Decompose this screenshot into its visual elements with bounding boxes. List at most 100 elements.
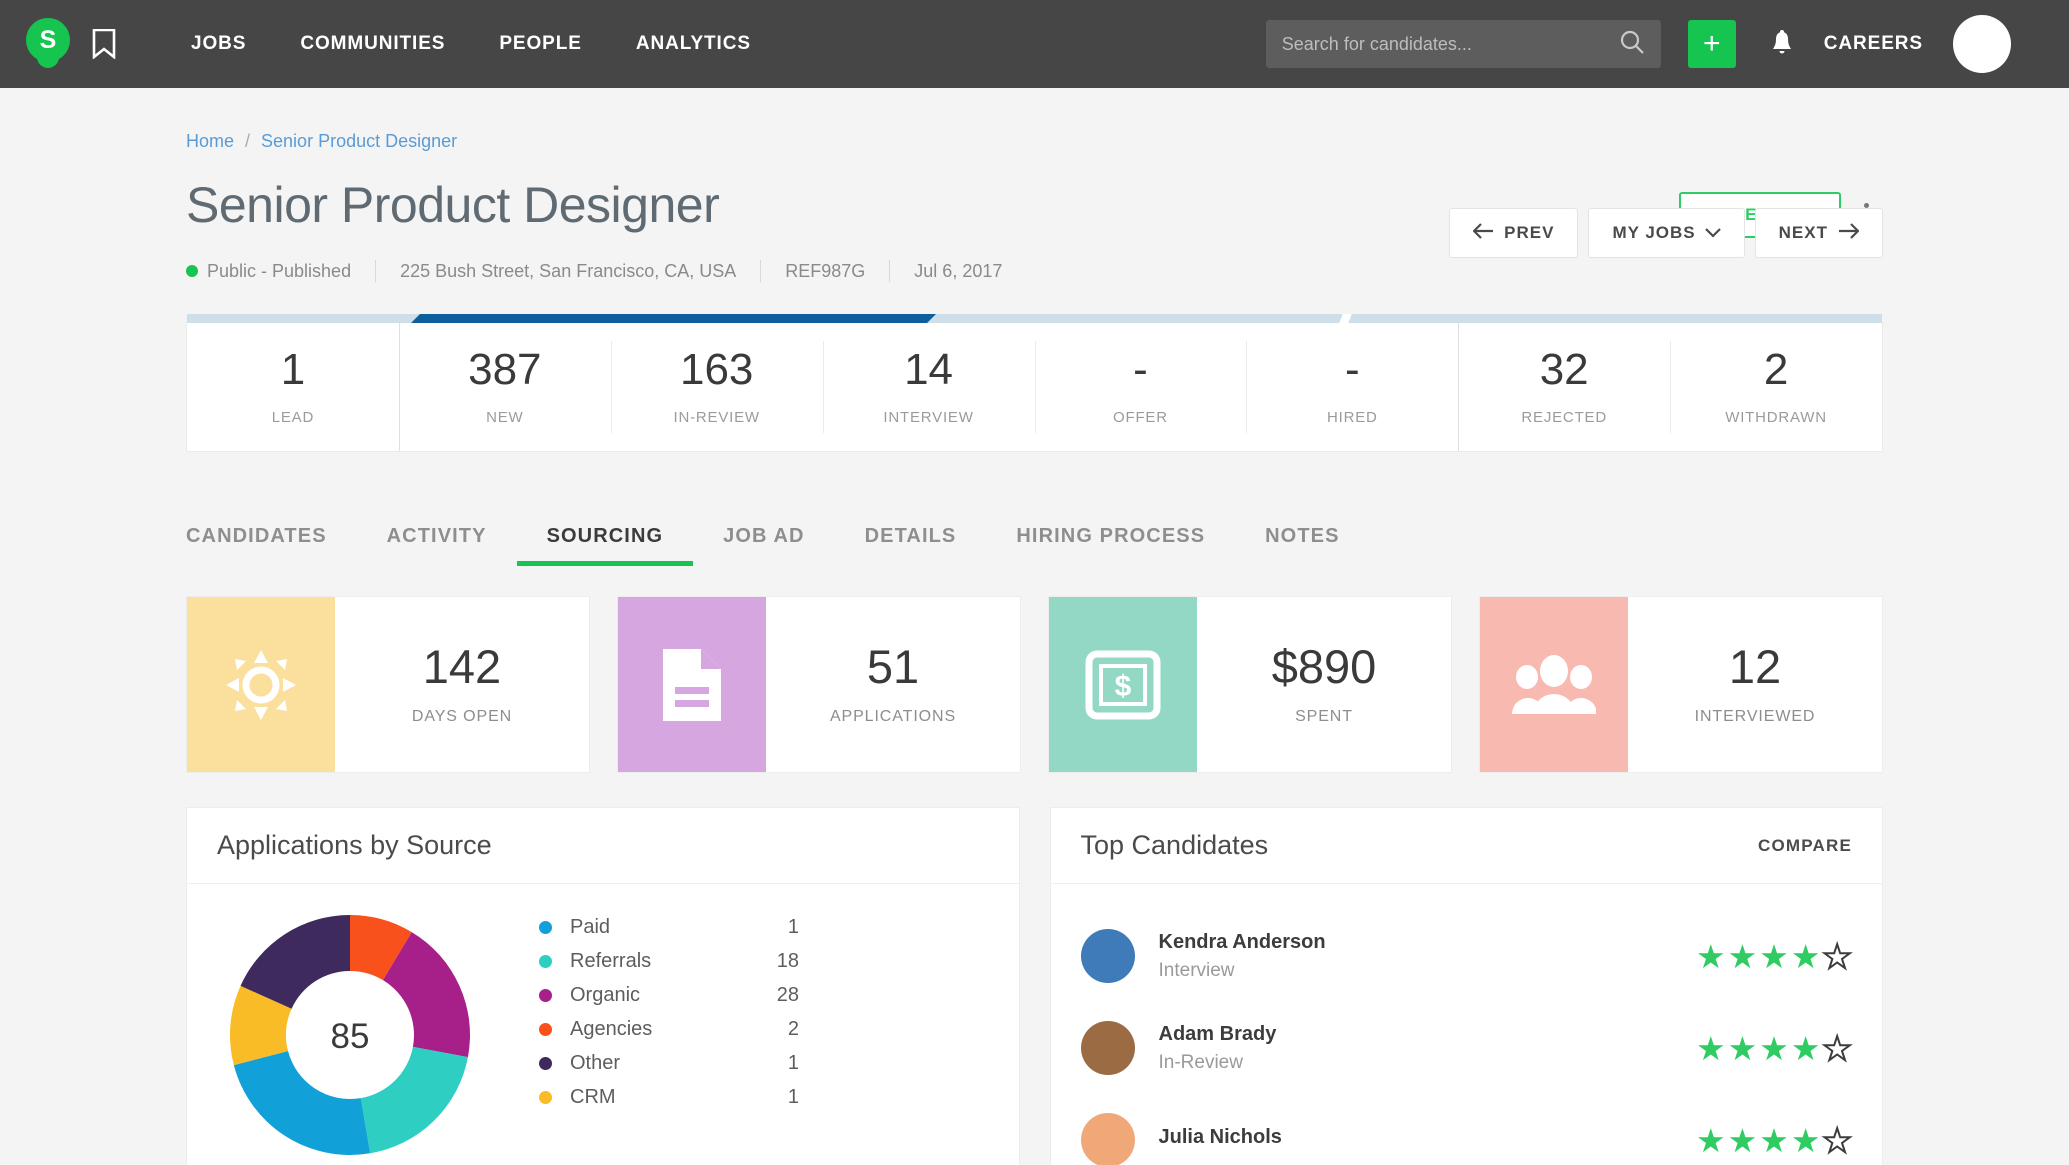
pipeline-stage-rejected[interactable]: 32 REJECTED bbox=[1458, 323, 1670, 451]
arrow-right-icon bbox=[1837, 222, 1860, 244]
rating-star[interactable]: ★ bbox=[1791, 1032, 1821, 1065]
legend-item[interactable]: CRM 1 bbox=[539, 1080, 799, 1114]
panel-title: Applications by Source bbox=[217, 830, 492, 860]
candidate-rating: ★ ★ ★ ★ ★ bbox=[1696, 1031, 1853, 1066]
stage-label: WITHDRAWN bbox=[1725, 409, 1827, 426]
legend-value: 1 bbox=[787, 915, 799, 938]
document-icon bbox=[618, 597, 766, 772]
stage-value: 32 bbox=[1539, 345, 1589, 394]
rating-star[interactable]: ★ bbox=[1791, 1124, 1821, 1157]
donut-center-total: 85 bbox=[331, 1017, 370, 1056]
rating-star[interactable]: ★ bbox=[1696, 940, 1726, 973]
candidate-row[interactable]: Kendra Anderson Interview ★ ★ ★ ★ ★ bbox=[1080, 910, 1853, 1002]
tab-hiring-process[interactable]: HIRING PROCESS bbox=[986, 525, 1235, 566]
rating-star[interactable]: ★ bbox=[1728, 940, 1758, 973]
stage-value: 387 bbox=[468, 345, 542, 394]
legend-label: CRM bbox=[570, 1085, 616, 1108]
metric-card-days-open[interactable]: 142 DAYS OPEN bbox=[186, 596, 590, 773]
rating-star[interactable]: ★ bbox=[1791, 940, 1821, 973]
breadcrumb-current[interactable]: Senior Product Designer bbox=[261, 131, 457, 152]
breadcrumb-separator: / bbox=[245, 131, 251, 151]
applications-by-source-panel: Applications by Source 85 Paid 1 Referrals… bbox=[186, 807, 1020, 1165]
tab-notes[interactable]: NOTES bbox=[1235, 525, 1369, 566]
pipeline-stage-in-review[interactable]: 163 IN-REVIEW bbox=[610, 323, 823, 451]
meta-divider bbox=[375, 260, 377, 282]
rating-star[interactable]: ★ bbox=[1759, 1032, 1789, 1065]
careers-link[interactable]: CAREERS bbox=[1824, 33, 1923, 55]
candidate-row[interactable]: Adam Brady In-Review ★ ★ ★ ★ ★ bbox=[1080, 1002, 1853, 1094]
rating-star[interactable]: ★ bbox=[1759, 1124, 1789, 1157]
rating-star[interactable]: ★ bbox=[1728, 1032, 1758, 1065]
bookmark-icon[interactable] bbox=[92, 29, 116, 59]
donut-slice-referrals[interactable] bbox=[360, 1046, 468, 1154]
rating-star[interactable]: ★ bbox=[1821, 1031, 1853, 1066]
stage-value: 2 bbox=[1763, 345, 1789, 394]
tab-sourcing[interactable]: SOURCING bbox=[516, 525, 694, 566]
tab-job-ad[interactable]: JOB AD bbox=[693, 525, 834, 566]
metric-value: 12 bbox=[1728, 640, 1782, 693]
candidate-row[interactable]: Julia Nichols ★ ★ ★ ★ ★ bbox=[1080, 1094, 1853, 1165]
pipeline-stage-withdrawn[interactable]: 2 WITHDRAWN bbox=[1670, 323, 1882, 451]
legend-item[interactable]: Agencies 2 bbox=[539, 1012, 799, 1046]
pipeline-progress-active bbox=[411, 314, 936, 323]
candidate-rating: ★ ★ ★ ★ ★ bbox=[1696, 939, 1853, 974]
chevron-down-icon bbox=[1704, 223, 1721, 243]
search-box[interactable] bbox=[1265, 20, 1661, 68]
nav-right-actions: + CAREERS bbox=[1265, 15, 2011, 73]
nav-link-communities[interactable]: COMMUNITIES bbox=[273, 33, 472, 55]
candidate-list: Kendra Anderson Interview ★ ★ ★ ★ ★ Adam Brady I… bbox=[1080, 910, 1853, 1165]
breadcrumb: Home / Senior Product Designer bbox=[186, 88, 1883, 152]
pipeline-stage-lead[interactable]: 1 LEAD bbox=[187, 323, 399, 451]
rating-star[interactable]: ★ bbox=[1696, 1032, 1726, 1065]
metric-card-interviewed[interactable]: 12 INTERVIEWED bbox=[1479, 596, 1883, 773]
legend-item[interactable]: Organic 28 bbox=[539, 978, 799, 1012]
breadcrumb-home[interactable]: Home bbox=[186, 131, 234, 152]
pipeline-stage-offer[interactable]: - OFFER bbox=[1034, 323, 1247, 451]
tab-details[interactable]: DETAILS bbox=[835, 525, 987, 566]
tab-candidates[interactable]: CANDIDATES bbox=[186, 525, 357, 566]
pipeline-stage-interview[interactable]: 14 INTERVIEW bbox=[822, 323, 1035, 451]
legend-item[interactable]: Paid 1 bbox=[539, 910, 799, 944]
svg-text:$: $ bbox=[1115, 670, 1132, 703]
app-logo[interactable]: S bbox=[26, 18, 70, 70]
candidate-avatar[interactable] bbox=[1080, 1021, 1135, 1075]
candidate-avatar[interactable] bbox=[1080, 929, 1135, 983]
tab-activity[interactable]: ACTIVITY bbox=[357, 525, 517, 566]
rating-star[interactable]: ★ bbox=[1821, 1123, 1853, 1158]
donut-slice-paid[interactable] bbox=[233, 1051, 371, 1155]
logo-letter: S bbox=[39, 25, 57, 54]
candidate-avatar[interactable] bbox=[1080, 1113, 1135, 1165]
metric-value: $890 bbox=[1271, 640, 1377, 693]
legend-value: 18 bbox=[776, 949, 799, 972]
rating-star[interactable]: ★ bbox=[1759, 940, 1789, 973]
user-avatar[interactable] bbox=[1953, 15, 2011, 73]
nav-link-people[interactable]: PEOPLE bbox=[472, 33, 608, 55]
next-job-button[interactable]: NEXT bbox=[1754, 208, 1883, 258]
job-tabs: CANDIDATES ACTIVITY SOURCING JOB AD DETA… bbox=[186, 525, 1883, 566]
my-jobs-dropdown[interactable]: MY JOBS bbox=[1588, 208, 1745, 258]
panel-title: Top Candidates bbox=[1080, 830, 1269, 860]
nav-link-analytics[interactable]: ANALYTICS bbox=[609, 33, 778, 55]
pipeline-stage-hired[interactable]: - HIRED bbox=[1246, 323, 1458, 451]
prev-label: PREV bbox=[1504, 223, 1555, 242]
rating-star[interactable]: ★ bbox=[1696, 1124, 1726, 1157]
pipeline-stage-new[interactable]: 387 NEW bbox=[398, 323, 611, 451]
rating-star[interactable]: ★ bbox=[1728, 1124, 1758, 1157]
add-button[interactable]: + bbox=[1687, 20, 1736, 68]
legend-item[interactable]: Other 1 bbox=[539, 1046, 799, 1080]
search-input[interactable] bbox=[1281, 33, 1619, 55]
legend-color-dot bbox=[539, 954, 552, 968]
source-chart-legend: Paid 1 Referrals 18 Organic 28 Agencies 2 Other 1… bbox=[539, 910, 799, 1114]
nav-link-jobs[interactable]: JOBS bbox=[164, 33, 273, 55]
stage-value: 163 bbox=[679, 345, 754, 394]
legend-item[interactable]: Referrals 18 bbox=[539, 944, 799, 978]
page-content: Home / Senior Product Designer PREV MY J… bbox=[0, 88, 2069, 1165]
compare-button[interactable]: COMPARE bbox=[1758, 836, 1852, 856]
prev-job-button[interactable]: PREV bbox=[1449, 208, 1579, 258]
search-icon[interactable] bbox=[1619, 29, 1645, 60]
page-title: Senior Product Designer bbox=[186, 177, 720, 233]
rating-star[interactable]: ★ bbox=[1821, 939, 1853, 974]
metric-card-applications[interactable]: 51 APPLICATIONS bbox=[617, 596, 1021, 773]
notifications-bell-icon[interactable] bbox=[1770, 30, 1794, 58]
metric-card-spent[interactable]: $ $890 SPENT bbox=[1048, 596, 1452, 773]
